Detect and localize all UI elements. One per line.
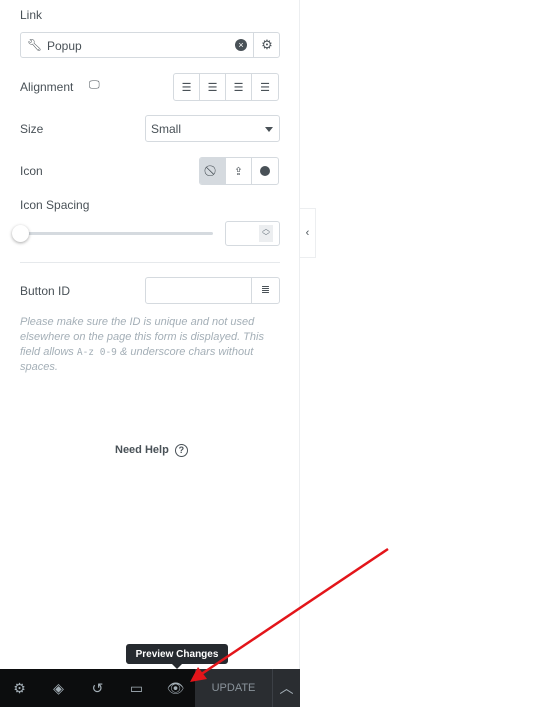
red-arrow-annotation: [190, 547, 389, 682]
